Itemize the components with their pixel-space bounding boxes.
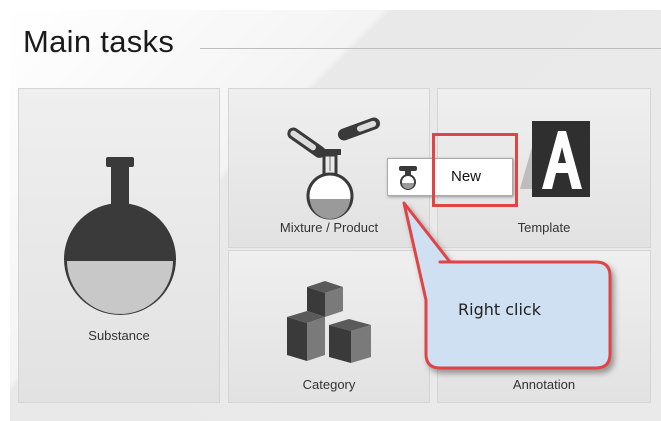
flask-icon xyxy=(64,157,176,315)
tile-label-substance: Substance xyxy=(88,328,150,343)
tile-annotation[interactable]: Annotation xyxy=(437,250,651,403)
tile-substance[interactable]: Substance xyxy=(18,88,220,403)
tile-label-template: Template xyxy=(517,220,571,235)
callout-text: Right click xyxy=(458,300,541,319)
panel-title: Main tasks xyxy=(23,24,175,59)
highlight-box xyxy=(432,133,518,207)
tile-category[interactable]: Category xyxy=(228,250,430,403)
tile-label-annotation: Annotation xyxy=(512,377,576,392)
tile-label-mixture: Mixture / Product xyxy=(279,220,379,235)
tile-label-category: Category xyxy=(302,377,356,392)
title-divider xyxy=(200,48,661,49)
new-icon xyxy=(399,166,417,190)
